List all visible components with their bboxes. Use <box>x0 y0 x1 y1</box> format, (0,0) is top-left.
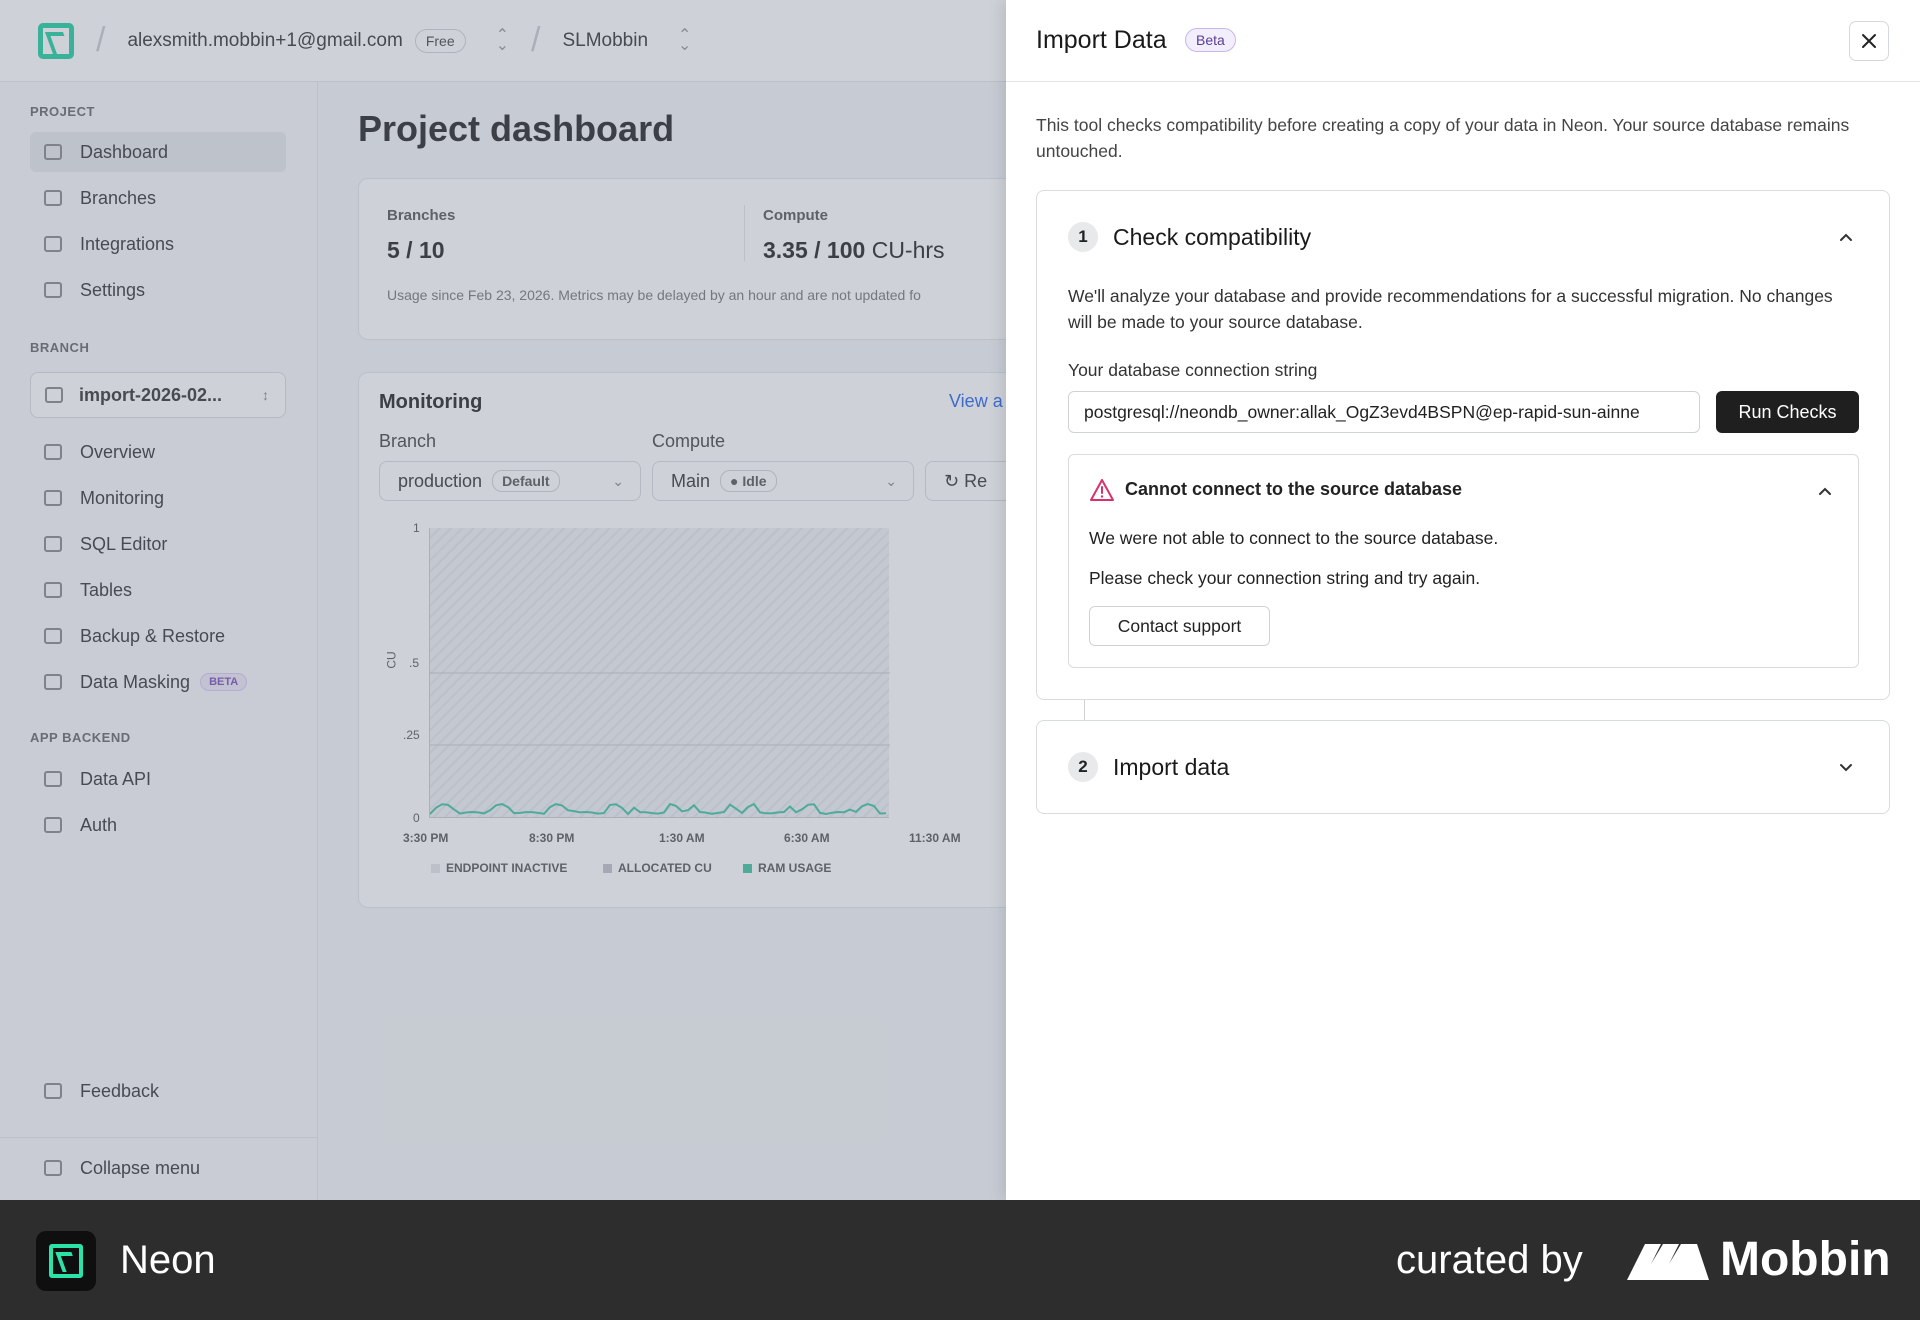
drawer-intro: This tool checks compatibility before cr… <box>1036 115 1850 161</box>
import-data-drawer: Import Data Beta This tool checks compat… <box>1006 0 1920 1200</box>
connection-string-label: Your database connection string <box>1068 360 1318 380</box>
step-number: 1 <box>1068 222 1098 252</box>
close-button[interactable] <box>1849 21 1889 61</box>
connection-error-alert: Cannot connect to the source database We… <box>1068 454 1859 668</box>
modal-backdrop[interactable] <box>0 0 1006 1200</box>
drawer-title: Import Data <box>1036 26 1167 54</box>
mobbin-wordmark: Mobbin <box>1720 1233 1891 1286</box>
beta-badge: Beta <box>1185 28 1236 52</box>
contact-support-button[interactable]: Contact support <box>1089 606 1270 646</box>
mobbin-logo-icon <box>1627 1244 1709 1280</box>
chevron-up-icon[interactable] <box>1818 484 1832 498</box>
step-description: We'll analyze your database and provide … <box>1068 286 1833 332</box>
chevron-up-icon[interactable] <box>1839 230 1853 244</box>
footer-banner: Neon curated by Mobbin <box>0 1200 1920 1320</box>
connection-string-input[interactable] <box>1068 391 1700 433</box>
step-title[interactable]: Check compatibility <box>1113 224 1311 251</box>
step-title[interactable]: Import data <box>1113 754 1229 781</box>
run-checks-button[interactable]: Run Checks <box>1716 391 1859 433</box>
close-icon <box>1862 34 1876 48</box>
curated-by-text: curated by <box>1396 1238 1583 1282</box>
alert-message: We were not able to connect to the sourc… <box>1089 528 1499 548</box>
warning-icon <box>1090 479 1114 501</box>
alert-title: Cannot connect to the source database <box>1125 479 1463 499</box>
step-connector <box>1084 700 1085 720</box>
alert-hint: Please check your connection string and … <box>1089 568 1481 588</box>
drawer-header: Import Data Beta <box>1006 0 1920 82</box>
app-name: Neon <box>120 1238 216 1282</box>
step-number: 2 <box>1068 752 1098 782</box>
step-import-data[interactable]: 2 Import data <box>1036 720 1890 814</box>
step-check-compatibility: 1 Check compatibility We'll analyze your… <box>1036 190 1890 700</box>
chevron-down-icon[interactable] <box>1839 760 1853 774</box>
neon-app-icon <box>36 1231 96 1291</box>
